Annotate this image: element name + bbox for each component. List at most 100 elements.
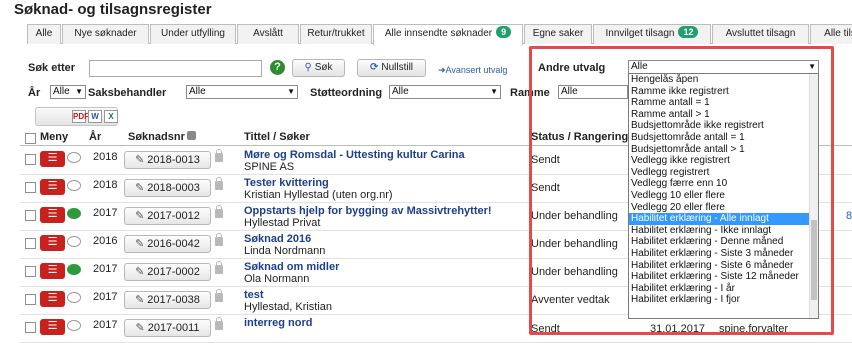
row-title-link[interactable]: Oppstarts hjelp for bygging av Massivtre… <box>244 205 492 217</box>
row-checkbox[interactable] <box>25 266 36 277</box>
caseworker-filter-select[interactable]: Alle ▼ <box>186 85 298 99</box>
word-export-icon[interactable]: W <box>88 110 102 123</box>
pencil-icon: ✎ <box>135 322 145 334</box>
row-title-link[interactable]: Søknad 2016 <box>244 233 311 245</box>
row-year: 2017 <box>93 207 118 219</box>
reset-button-label: Nullstill <box>381 62 414 73</box>
row-year: 2018 <box>93 151 118 163</box>
number-column-label: Søknadsnr <box>128 131 185 143</box>
pencil-icon: ✎ <box>135 210 145 222</box>
comment-icon[interactable] <box>67 208 81 219</box>
application-number-button[interactable]: ✎ 2018-0013 <box>124 151 211 169</box>
title-column-header[interactable]: Tittel / Søker <box>244 131 310 143</box>
comment-icon[interactable] <box>67 264 81 275</box>
year-filter-select[interactable]: Alle ▼ <box>50 85 86 99</box>
tab-avsluttet-tilsagn[interactable]: Avsluttet tilsagn <box>712 24 809 44</box>
help-icon[interactable]: ? <box>270 60 285 75</box>
application-number-button[interactable]: ✎ 2017-0002 <box>124 263 211 281</box>
advanced-search-link[interactable]: ➜Avansert utvalg <box>438 65 507 76</box>
row-checkbox[interactable] <box>25 294 36 305</box>
lock-icon <box>215 289 223 302</box>
tab-avslatt[interactable]: Avslått <box>237 24 299 44</box>
tab-label: Retur/trukket <box>307 28 365 39</box>
pdf-export-icon[interactable]: PDF <box>72 110 89 123</box>
tab-label: Alle tils <box>824 28 852 39</box>
comment-icon[interactable] <box>67 320 81 331</box>
row-menu-button[interactable]: ☰ <box>40 235 65 251</box>
row-year: 2018 <box>93 179 118 191</box>
row-checkbox[interactable] <box>25 154 36 165</box>
row-year: 2016 <box>93 235 118 247</box>
row-title-link[interactable]: Søknad om midler <box>244 261 339 273</box>
tab-label: Avsluttet tilsagn <box>725 28 796 39</box>
row-edge-value: 8 <box>846 210 852 222</box>
title-column-label: Tittel <box>244 131 271 143</box>
search-input[interactable] <box>89 60 262 77</box>
lock-icon <box>215 177 223 190</box>
application-number: 2016-0042 <box>147 238 200 250</box>
application-number-button[interactable]: ✎ 2017-0012 <box>124 207 211 225</box>
tab-bar: Alle Nye søknader Under utfylling Avslåt… <box>27 24 852 45</box>
help-icon[interactable] <box>186 131 196 140</box>
tab-alle[interactable]: Alle <box>27 24 61 44</box>
reset-button[interactable]: ⟳ Nullstill <box>357 59 426 77</box>
tab-label: Alle <box>35 28 53 39</box>
row-title-link[interactable]: Møre og Romsdal - Uttesting kultur Carin… <box>244 149 465 161</box>
year-filter-label: År <box>28 87 41 99</box>
comment-icon[interactable] <box>67 180 81 191</box>
comment-icon[interactable] <box>67 292 81 303</box>
tab-retur-trukket[interactable]: Retur/trukket <box>300 24 372 44</box>
tab-alle-tilsagn[interactable]: Alle tils <box>810 24 852 44</box>
comment-icon[interactable] <box>67 236 81 247</box>
row-applicant: Hyllestad, Kristian <box>244 301 333 313</box>
row-menu-button[interactable]: ☰ <box>40 179 65 195</box>
tab-label: Avslått <box>253 28 283 39</box>
search-button[interactable]: ⚲ Søk <box>292 59 345 77</box>
row-menu-button[interactable]: ☰ <box>40 151 65 167</box>
row-checkbox[interactable] <box>25 210 36 221</box>
row-applicant: Linda Nordmann <box>244 245 326 257</box>
row-menu-button[interactable]: ☰ <box>40 291 65 307</box>
tab-innvilget-tilsagn[interactable]: Innvilget tilsagn 12 <box>593 24 711 44</box>
tab-egne-saker[interactable]: Egne saker <box>524 24 592 44</box>
row-title-link[interactable]: interreg nord <box>244 317 312 329</box>
row-checkbox[interactable] <box>25 238 36 249</box>
row-title-link[interactable]: test <box>244 289 264 301</box>
tab-label: Under utfylling <box>161 28 225 39</box>
caseworker-filter-value: Alle <box>189 86 206 97</box>
application-number: 2017-0012 <box>147 210 200 222</box>
search-button-label: Søk <box>314 62 333 73</box>
row-applicant: Hyllestad Privat <box>244 217 321 229</box>
row-title-link[interactable]: Tester kvittering <box>244 177 329 189</box>
tab-nye-soknader[interactable]: Nye søknader <box>62 24 149 44</box>
row-menu-button[interactable]: ☰ <box>40 207 65 223</box>
application-number: 2017-0038 <box>147 294 200 306</box>
year-column-header[interactable]: År <box>89 131 101 143</box>
application-number-button[interactable]: ✎ 2016-0042 <box>124 235 211 253</box>
row-year: 2017 <box>93 263 118 275</box>
select-all-checkbox[interactable] <box>25 133 36 144</box>
number-column-header[interactable]: Søknadsnr <box>128 131 196 143</box>
row-year: 2017 <box>93 291 118 303</box>
lock-icon <box>215 205 223 218</box>
pencil-icon: ✎ <box>135 182 145 194</box>
row-checkbox[interactable] <box>25 182 36 193</box>
row-menu-button[interactable]: ☰ <box>40 319 65 335</box>
comment-icon[interactable] <box>67 152 81 163</box>
row-applicant: Kristian Hyllestad (uten org.nr) <box>244 189 393 201</box>
application-number: 2018-0013 <box>147 154 200 166</box>
tab-alle-innsendte[interactable]: Alle innsendte søknader 9 <box>373 24 523 45</box>
chevron-down-icon: ▼ <box>287 87 295 96</box>
application-number-button[interactable]: ✎ 2017-0038 <box>124 291 211 309</box>
row-menu-button[interactable]: ☰ <box>40 263 65 279</box>
row-checkbox[interactable] <box>25 322 36 333</box>
pencil-icon: ✎ <box>135 294 145 306</box>
excel-export-icon[interactable]: X <box>104 110 118 123</box>
application-number-button[interactable]: ✎ 2018-0003 <box>124 179 211 197</box>
tab-under-utfylling[interactable]: Under utfylling <box>150 24 236 44</box>
scheme-filter-select[interactable]: Alle ▼ <box>389 85 501 99</box>
chevron-down-icon: ▼ <box>75 87 83 96</box>
application-number-button[interactable]: ✎ 2017-0011 <box>124 319 211 337</box>
search-label: Søk etter <box>28 62 76 74</box>
row-applicant: Ola Normann <box>244 273 310 285</box>
